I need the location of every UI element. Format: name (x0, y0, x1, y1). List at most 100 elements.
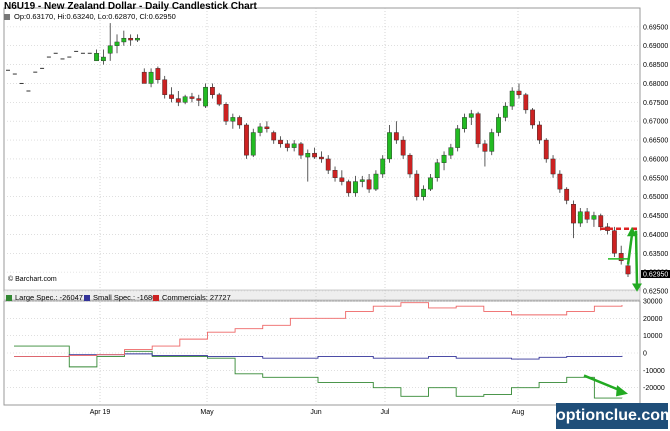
candle-down (325, 158, 331, 171)
candle-up (353, 181, 358, 194)
candle-down (312, 153, 317, 158)
candle-down (162, 79, 168, 95)
candle-down (523, 94, 529, 111)
candle-up (135, 37, 140, 41)
cot-y-tick-label: -10000 (643, 368, 665, 375)
candle-up (489, 132, 495, 152)
y-tick-label: 0.63500 (643, 251, 668, 258)
candle-down (557, 173, 563, 190)
x-tick-label: Aug (512, 409, 525, 416)
candle-up (509, 90, 515, 107)
cot-y-tick-label: 30000 (643, 299, 663, 306)
candle-down (196, 98, 202, 101)
cot-y-tick-label: -20000 (643, 385, 665, 392)
candle-up (502, 105, 508, 118)
y-tick-label: 0.65000 (643, 194, 668, 201)
candle-down (128, 37, 134, 41)
down-arrow-shaft (634, 230, 639, 286)
legend-comm-swatch (153, 295, 159, 301)
source-label: © Barchart.com (8, 276, 57, 283)
last-price-label: 0.62950 (643, 272, 668, 279)
x-tick-label: May (200, 409, 214, 416)
candle-down (264, 126, 270, 129)
candle-up (107, 45, 113, 54)
candle-down (516, 90, 522, 95)
candle-down (400, 139, 406, 156)
candle-down (216, 94, 222, 105)
y-tick-label: 0.62500 (643, 289, 668, 296)
candle-down (319, 156, 324, 160)
chart-canvas: Apr 19 May Jun Jul Aug 0.69500 0.69000 0.68500 0… (3, 7, 670, 416)
candle-down (169, 94, 174, 99)
candle-up (100, 56, 106, 62)
y-tick-label: 0.64500 (643, 213, 668, 220)
y-tick-label: 0.68000 (643, 81, 668, 88)
y-tick-label: 0.67500 (643, 100, 668, 107)
candle-down (209, 87, 215, 95)
candle-down (346, 181, 352, 194)
x-tick-label: Jul (381, 409, 390, 416)
candle-up (182, 96, 188, 103)
y-tick-label: 0.65500 (643, 175, 668, 182)
candle-up (373, 173, 379, 190)
legend-large-spec: Large Spec.: -26047 (6, 293, 83, 302)
candle-up (441, 154, 447, 163)
candle-down (618, 253, 624, 262)
ohlc-readout: Op:0.63170, Hi:0.63240, Lo:0.62870, Cl:0… (14, 12, 176, 21)
candle-up (359, 179, 365, 182)
candle-up (250, 132, 256, 156)
candle-up (591, 215, 597, 220)
candle-up (434, 162, 440, 178)
y-tick-label: 0.69500 (643, 24, 668, 31)
chart-title: N6U19 - New Zealand Dollar - Daily Candl… (4, 1, 257, 12)
candle-down (237, 117, 243, 126)
candle-down (284, 143, 290, 148)
candle-down (393, 132, 399, 141)
candle-down (611, 230, 617, 254)
candle-up (428, 177, 433, 190)
candle-down (223, 104, 229, 122)
x-tick-label: Apr 19 (90, 409, 111, 416)
candle-up (114, 41, 120, 46)
candle-down (564, 188, 570, 201)
y-tick-label: 0.66000 (643, 156, 668, 163)
candle-down (571, 204, 576, 224)
candle-down (244, 124, 249, 156)
candle-down (278, 139, 283, 145)
candle-down (414, 173, 420, 197)
candle-down (155, 68, 161, 80)
candle-down (332, 170, 338, 178)
candle-down (271, 132, 277, 141)
candle-up (577, 211, 583, 224)
y-tick-label: 0.69000 (643, 43, 668, 50)
candle-down (141, 71, 147, 84)
candle-down (584, 211, 590, 220)
site-logo: optionclue.com (556, 403, 670, 429)
candle-up (148, 71, 154, 84)
legend-small-swatch (84, 295, 90, 301)
cot-y-tick-label: 10000 (643, 333, 663, 340)
y-tick-label: 0.67000 (643, 119, 668, 126)
x-tick-label: Jun (310, 409, 321, 416)
candle-down (189, 96, 195, 99)
candle-up (380, 158, 386, 175)
ohlc-legend-swatch (4, 14, 10, 20)
candle-down (366, 179, 372, 190)
candle-down (550, 158, 556, 175)
candle-down (625, 265, 631, 275)
candle-down (543, 139, 549, 160)
candle-up (448, 147, 454, 156)
y-tick-label: 0.64000 (643, 232, 668, 239)
legend-small-spec: Small Spec.: -1680 (84, 293, 156, 302)
candle-down (175, 98, 181, 103)
candle-up (455, 128, 461, 148)
candle-down (407, 154, 413, 175)
candle-up (94, 53, 99, 62)
legend-large-swatch (6, 295, 12, 301)
candle-up (468, 113, 474, 118)
candle-up (387, 132, 392, 160)
candle-up (291, 143, 297, 148)
candle-up (203, 87, 208, 107)
cot-y-tick-label: 20000 (643, 316, 663, 323)
candle-up (121, 37, 127, 43)
